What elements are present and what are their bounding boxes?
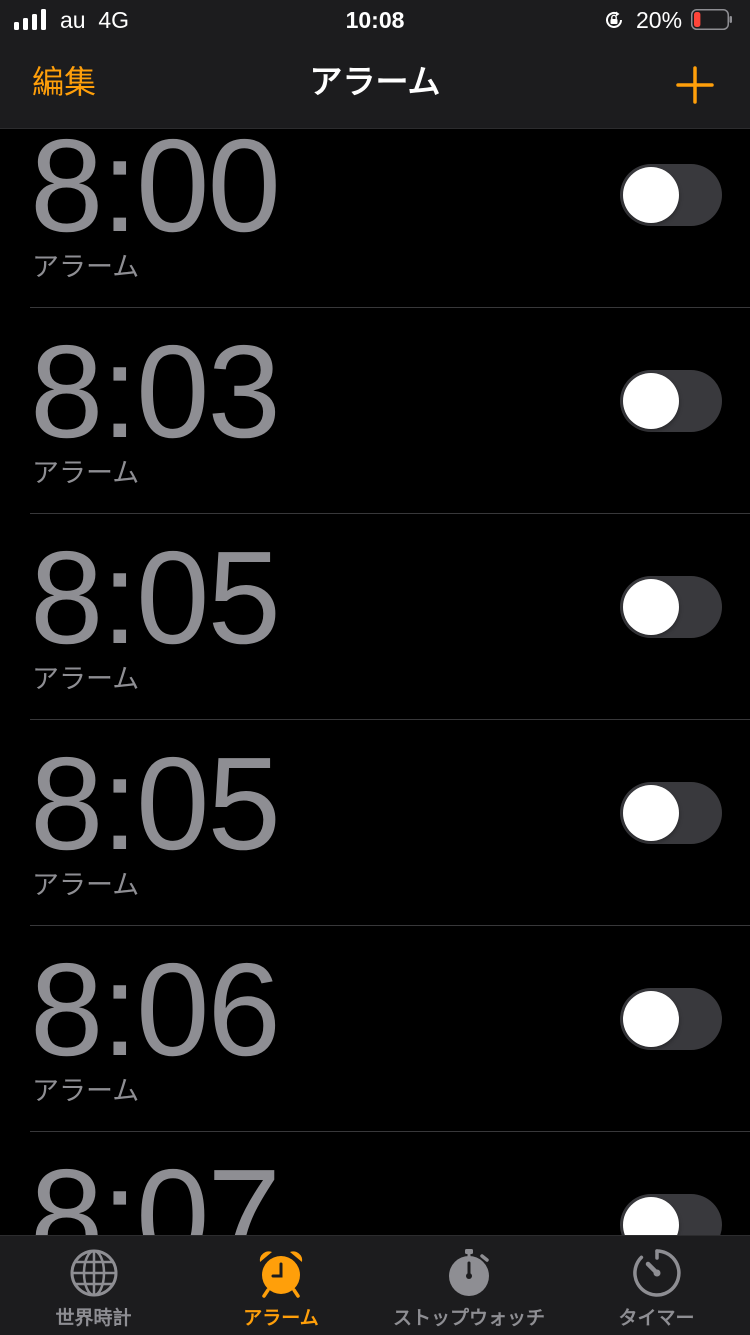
alarm-row[interactable]: 8:00 アラーム	[0, 129, 750, 308]
alarm-toggle[interactable]	[620, 988, 722, 1050]
tab-bar: 世界時計 アラーム ストップウォッチ タイマー	[0, 1235, 750, 1335]
toggle-knob	[623, 167, 679, 223]
stopwatch-icon	[449, 1249, 489, 1296]
alarm-label: アラーム	[32, 664, 140, 695]
alarm-row[interactable]: 8:06 アラーム	[0, 926, 750, 1132]
alarm-time: 8:05	[30, 524, 281, 671]
alarm-row[interactable]: 8:07アラーム	[0, 1132, 750, 1235]
battery-icon	[691, 9, 732, 30]
tab-label: アラーム	[243, 1307, 319, 1329]
edit-button[interactable]: 編集	[32, 62, 96, 102]
toggle-knob	[623, 1197, 679, 1235]
timer-icon	[632, 1249, 681, 1297]
alarm-time: 8:05	[30, 730, 281, 877]
plus-icon[interactable]	[676, 66, 714, 104]
alarm-toggle[interactable]	[620, 1194, 722, 1235]
alarm-row[interactable]: 8:05 アラーム	[0, 514, 750, 720]
tab-label: ストップウォッチ	[392, 1307, 545, 1329]
page-title: アラーム	[309, 62, 441, 101]
alarm-list[interactable]: 8:00 アラーム 8:03 アラーム 8:05 アラーム 8:05 アラーム 8:06 アラーム…	[0, 129, 750, 1235]
alarm-time: 8:06	[30, 936, 281, 1083]
alarm-row[interactable]: 8:05 アラーム	[0, 720, 750, 926]
tab-stopwatch[interactable]: ストップウォッチ	[375, 1236, 563, 1335]
alarm-label: アラーム	[32, 252, 140, 283]
toggle-knob	[623, 991, 679, 1047]
alarm-label: アラーム	[32, 870, 140, 901]
alarm-time: 8:07	[30, 1142, 281, 1236]
alarm-toggle[interactable]	[620, 782, 722, 844]
status-bar: au 4G 10:08 20%	[0, 0, 750, 40]
alarm-clock-icon	[259, 1251, 303, 1298]
alarm-toggle[interactable]	[620, 164, 722, 226]
tab-world-clock[interactable]: 世界時計	[0, 1236, 187, 1335]
alarm-toggle[interactable]	[620, 370, 722, 432]
alarm-time: 8:00	[30, 129, 281, 259]
toggle-knob	[623, 579, 679, 635]
tab-label: タイマー	[618, 1307, 695, 1329]
tab-alarm[interactable]: アラーム	[187, 1236, 375, 1335]
alarm-label: アラーム	[32, 458, 140, 489]
alarm-label: アラーム	[32, 1076, 140, 1107]
tab-timer[interactable]: タイマー	[563, 1236, 750, 1335]
battery-percent: 20%	[636, 7, 683, 33]
toggle-knob	[623, 373, 679, 429]
globe-icon	[70, 1249, 117, 1297]
alarm-row[interactable]: 8:03 アラーム	[0, 308, 750, 514]
rotation-lock-icon	[606, 11, 622, 28]
tab-label: 世界時計	[55, 1307, 132, 1329]
alarm-toggle[interactable]	[620, 576, 722, 638]
alarm-time: 8:03	[30, 318, 281, 465]
toggle-knob	[623, 785, 679, 841]
navigation-bar: 編集 アラーム	[0, 40, 750, 129]
